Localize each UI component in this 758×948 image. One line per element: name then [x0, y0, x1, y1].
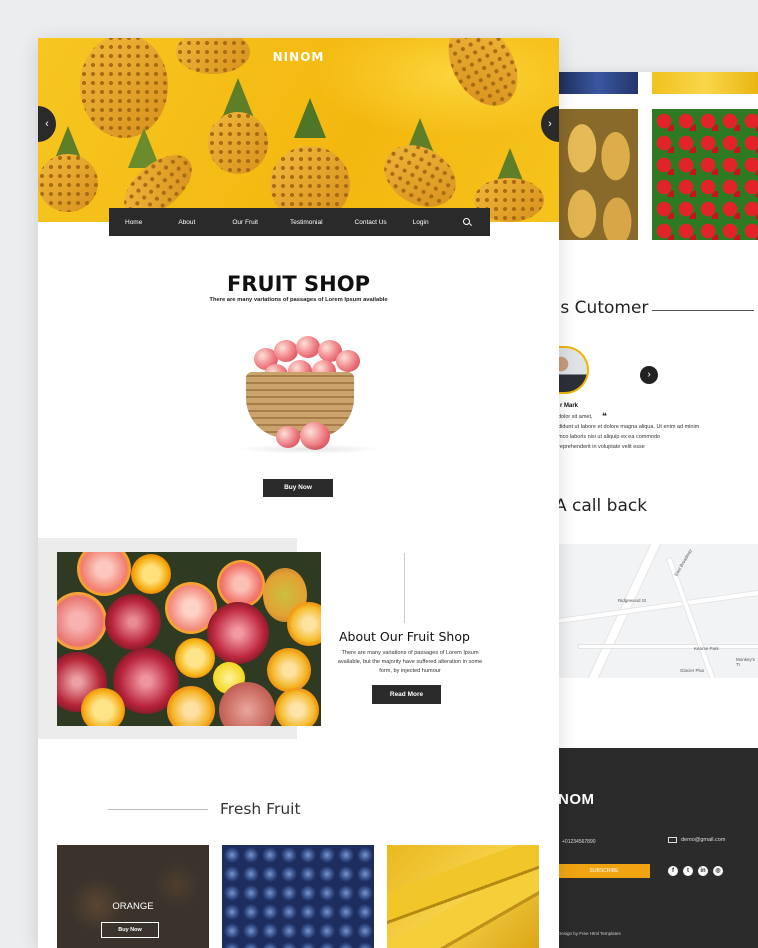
apple-basket-image [228, 326, 384, 460]
divider-line [404, 553, 405, 623]
fruit-card-banana[interactable] [387, 845, 539, 948]
pineapple-image [373, 118, 467, 220]
read-more-button[interactable]: Read More [372, 685, 441, 704]
about-title: About Our Fruit Shop [339, 629, 470, 644]
nav-item-our-fruit[interactable]: Our Fruit [232, 219, 258, 226]
testimonial-title: as Cutomer [550, 298, 649, 318]
linkedin-icon[interactable]: in [698, 866, 708, 876]
map-label: Ridgewood St [618, 598, 647, 603]
callback-title: A call back [555, 496, 648, 516]
testimonial-name: r Mark [560, 403, 579, 409]
divider-line [108, 809, 208, 810]
about-text: There are many variations of passages of… [337, 650, 483, 674]
fruit-card-blueberry[interactable] [222, 845, 374, 948]
map-label: Glacier Plus [680, 668, 705, 673]
testimonial-text-line: didunt ut labore et dolore magna aliqua.… [558, 424, 700, 430]
map-label: Monkey's Tr [736, 657, 755, 667]
site-logo[interactable]: NINOM [38, 50, 559, 64]
hero-next-button[interactable]: › [541, 106, 559, 142]
buy-now-button[interactable]: Buy Now [263, 479, 333, 497]
copyright: Design by Free Html Templates [558, 931, 621, 936]
subscribe-button[interactable]: SUBSCRIBE [558, 864, 650, 878]
shop-title: FRUIT SHOP [227, 272, 370, 296]
pineapple-image [270, 98, 350, 222]
main-nav: Home About Our Fruit Testimonial Contact… [109, 208, 490, 236]
footer-logo: NOM [558, 791, 595, 808]
pineapple-image [113, 128, 203, 222]
banana-strip-image [652, 72, 758, 94]
fruit-card-orange[interactable]: ORANGE Buy Now [57, 845, 209, 948]
nav-item-home[interactable]: Home [125, 219, 142, 226]
divider-line [652, 310, 754, 311]
strawberry-image [652, 109, 758, 240]
pineapple-image [434, 38, 532, 118]
map-label: East Broadway [673, 548, 693, 577]
map-label: Kearse Park [694, 646, 719, 651]
nav-item-about[interactable]: About [178, 219, 195, 226]
social-links: f t in ◎ [668, 866, 723, 876]
fresh-fruit-title: Fresh Fruit [220, 800, 301, 818]
citrus-fruits-image [57, 552, 321, 726]
search-icon[interactable] [463, 218, 470, 225]
instagram-icon[interactable]: ◎ [713, 866, 723, 876]
email-address[interactable]: demo@gmail.com [681, 837, 725, 843]
testimonial-text-line: reprehenderit in voluptate velit esse [558, 444, 645, 450]
nav-item-login[interactable]: Login [413, 219, 429, 226]
testimonial-text-line: mco laboris nisi ut aliquip ex ea commod… [558, 434, 661, 440]
testimonial-next-button[interactable]: › [640, 366, 658, 384]
pineapple-image [208, 78, 268, 174]
fruit-card-label: ORANGE [112, 901, 154, 912]
phone-number: +01234567890 [562, 839, 596, 845]
nav-item-testimonial[interactable]: Testimonial [290, 219, 323, 226]
nav-item-contact-us[interactable]: Contact Us [355, 219, 387, 226]
shop-subtitle: There are many variations of passages of… [209, 297, 388, 303]
facebook-icon[interactable]: f [668, 866, 678, 876]
quote-icon: ❝ [602, 411, 607, 421]
testimonial-text-line: dolor sit amet, [558, 414, 593, 420]
twitter-icon[interactable]: t [683, 866, 693, 876]
mango-image [558, 109, 638, 240]
hero-banner: NINOM ‹ › [38, 38, 559, 222]
buy-now-button[interactable]: Buy Now [101, 922, 159, 938]
location-map[interactable]: East Broadway Ridgewood St Kearse Park G… [558, 544, 758, 678]
front-page: NINOM ‹ › Home About Our Fruit Testimoni… [38, 38, 559, 948]
footer: NOM +01234567890 demo@gmail.com SUBSCRIB… [558, 748, 758, 948]
blueberry-strip-image [558, 72, 638, 94]
mail-icon [668, 837, 677, 843]
